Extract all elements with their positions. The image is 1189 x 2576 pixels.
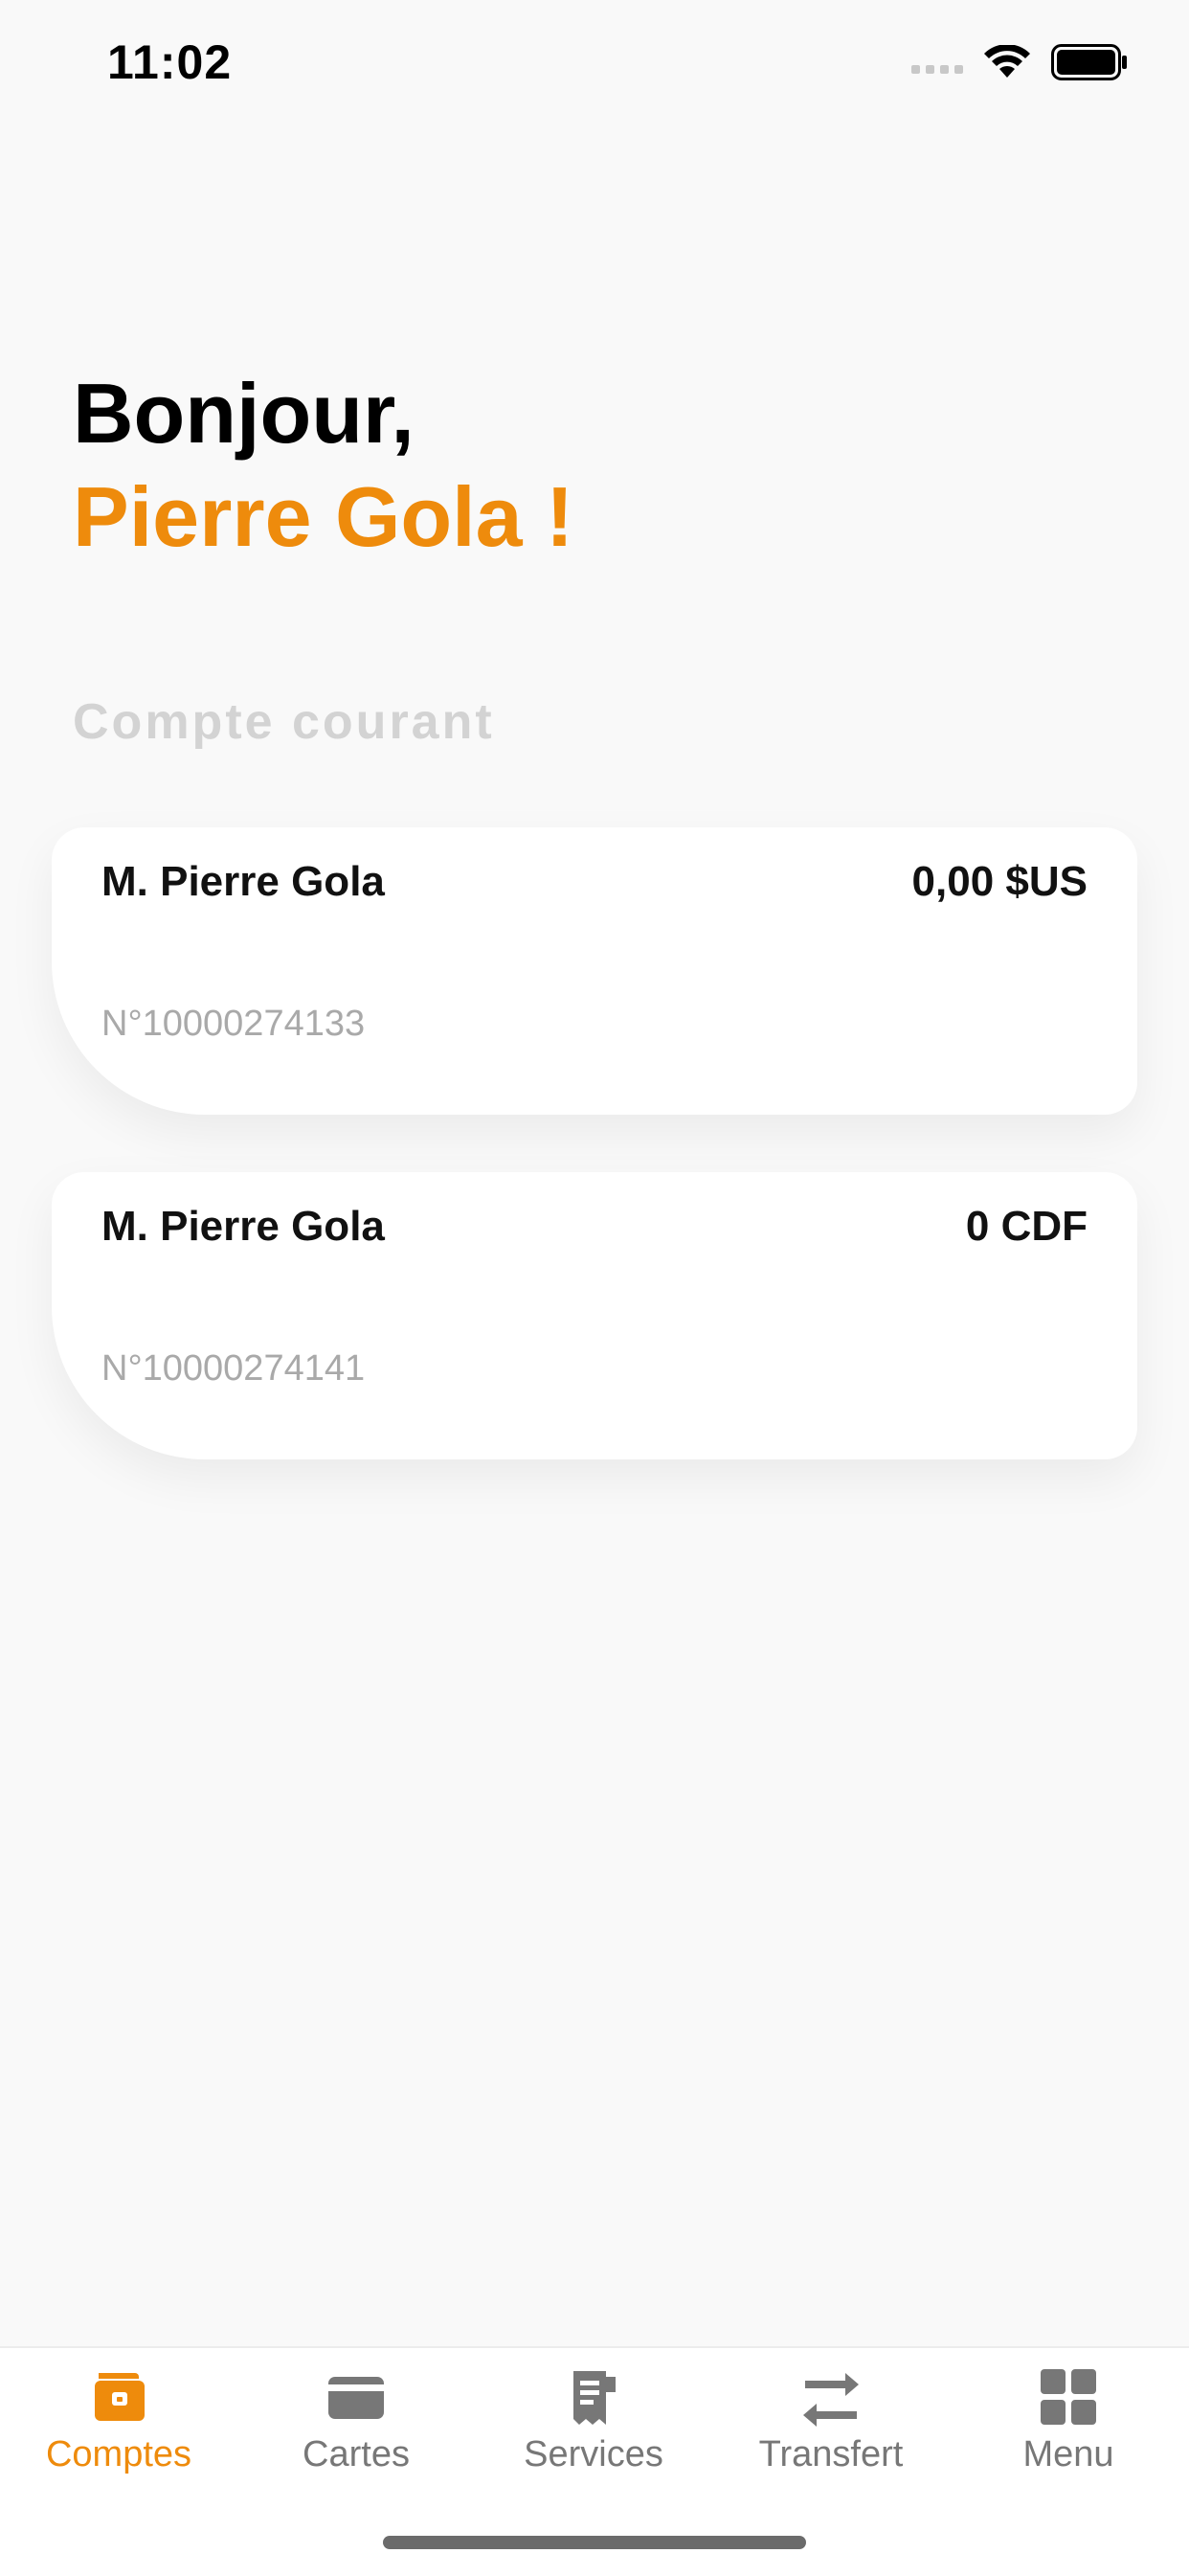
tab-label: Services [524, 2434, 663, 2474]
status-icons [911, 44, 1128, 80]
tab-label: Transfert [758, 2434, 904, 2474]
wifi-icon [984, 45, 1030, 78]
tab-transfert[interactable]: Transfert [712, 2348, 950, 2511]
greeting-username: Pierre Gola ! [73, 469, 574, 564]
account-balance: 0,00 $US [911, 858, 1088, 905]
tab-cartes[interactable]: Cartes [237, 2348, 475, 2511]
wallet-icon [95, 2373, 145, 2421]
account-holder: M. Pierre Gola [101, 858, 385, 905]
section-title: Compte courant [73, 694, 495, 750]
home-indicator[interactable] [383, 2536, 806, 2549]
account-card[interactable]: M. Pierre Gola 0 CDF N°10000274141 [52, 1172, 1137, 1459]
receipt-icon [573, 2371, 616, 2425]
tab-comptes[interactable]: Comptes [0, 2348, 237, 2511]
grid-icon [1041, 2369, 1096, 2425]
cellular-signal-icon [911, 52, 963, 74]
account-balance: 0 CDF [965, 1203, 1088, 1250]
tab-services[interactable]: Services [475, 2348, 712, 2511]
account-holder: M. Pierre Gola [101, 1203, 385, 1250]
battery-icon [1051, 44, 1127, 80]
transfer-arrows-icon [803, 2373, 859, 2427]
account-number: N°10000274133 [101, 1004, 366, 1044]
tab-label: Comptes [45, 2434, 192, 2474]
tab-label: Menu [1022, 2434, 1114, 2474]
greeting: Bonjour, Pierre Gola ! [73, 362, 573, 569]
status-time: 11:02 [107, 35, 233, 89]
tab-label: Cartes [303, 2434, 410, 2474]
status-bar: 11:02 [0, 0, 1189, 134]
tab-menu[interactable]: Menu [950, 2348, 1187, 2511]
card-icon [328, 2377, 384, 2419]
greeting-hello: Bonjour, [73, 366, 415, 461]
account-card[interactable]: M. Pierre Gola 0,00 $US N°10000274133 [52, 827, 1137, 1115]
account-number: N°10000274141 [101, 1348, 366, 1389]
